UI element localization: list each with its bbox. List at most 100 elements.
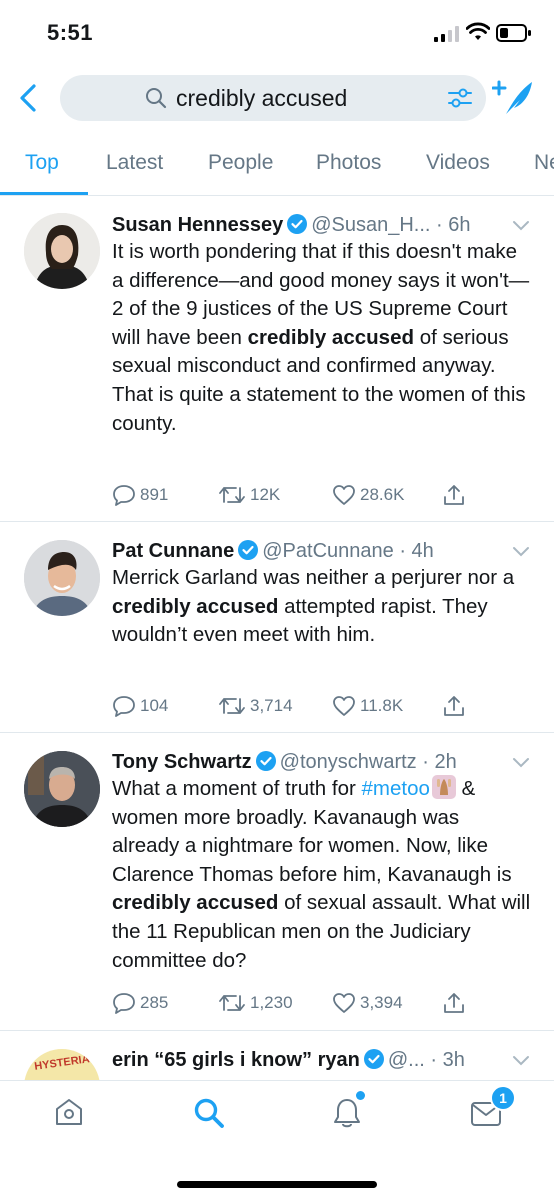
home-indicator xyxy=(177,1181,377,1188)
avatar[interactable] xyxy=(24,213,100,289)
chevron-down-icon[interactable] xyxy=(512,546,530,558)
retweet-icon xyxy=(219,487,245,503)
retweet-button[interactable]: 3,714 xyxy=(218,692,293,720)
compose-tweet-icon[interactable] xyxy=(492,78,536,118)
like-count: 28.6K xyxy=(360,485,405,504)
like-count: 11.8K xyxy=(360,696,404,715)
tweet-header: erin “65 girls i know” ryan @... · 3h xyxy=(112,1047,465,1073)
cellular-signal-icon xyxy=(434,26,459,42)
heart-icon xyxy=(333,696,355,716)
tweet-header: Susan Hennessey @Susan_H... · 6h xyxy=(112,212,470,238)
tweet-text: What a moment of truth for #metoo & wome… xyxy=(112,775,532,975)
verified-badge-icon xyxy=(255,751,276,771)
separator-dot: · xyxy=(416,751,435,773)
tweet[interactable]: Tony Schwartz @tonyschwartz · 2h What a m… xyxy=(0,733,554,1031)
back-arrow-icon[interactable] xyxy=(16,82,42,114)
search-header: credibly accused xyxy=(0,62,554,134)
verified-badge-icon xyxy=(287,214,308,234)
status-bar: 5:51 xyxy=(0,0,554,62)
like-button[interactable]: 3,394 xyxy=(332,989,403,1017)
share-button[interactable] xyxy=(442,481,470,509)
reply-count: 285 xyxy=(140,993,169,1012)
share-icon xyxy=(444,696,464,716)
tab-people[interactable]: People xyxy=(208,151,273,175)
tweet-text: It is worth pondering that if this doesn… xyxy=(112,238,532,438)
wifi-icon xyxy=(466,22,490,40)
tweet-header: Pat Cunnane @PatCunnane · 4h xyxy=(112,538,434,564)
tweet-time: 4h xyxy=(411,540,434,562)
chevron-down-icon[interactable] xyxy=(512,1055,530,1067)
share-icon xyxy=(444,485,464,505)
share-button[interactable] xyxy=(442,989,470,1017)
separator-dot: · xyxy=(430,214,449,236)
search-query: credibly accused xyxy=(176,85,348,111)
author-handle[interactable]: @PatCunnane xyxy=(262,540,394,562)
tab-photos[interactable]: Photos xyxy=(316,151,381,175)
reply-button[interactable]: 285 xyxy=(112,989,168,1017)
chevron-down-icon[interactable] xyxy=(512,757,530,769)
heart-icon xyxy=(333,993,355,1013)
reply-icon xyxy=(113,696,135,717)
hashtag-link[interactable]: #metoo xyxy=(362,777,430,800)
verified-badge-icon xyxy=(238,540,259,560)
reply-icon xyxy=(113,485,135,506)
tweet-header: Tony Schwartz @tonyschwartz · 2h xyxy=(112,749,457,775)
search-input[interactable]: credibly accused xyxy=(60,75,486,121)
avatar-photo xyxy=(24,751,100,827)
avatar-text: HYSTERIA xyxy=(33,1053,91,1073)
share-button[interactable] xyxy=(442,692,470,720)
search-icon xyxy=(146,88,167,109)
separator-dot: · xyxy=(424,1049,443,1071)
author-name[interactable]: erin “65 girls i know” ryan xyxy=(112,1049,360,1071)
notifications-bell-icon[interactable] xyxy=(332,1097,362,1129)
separator-dot: · xyxy=(393,540,412,562)
retweet-icon xyxy=(219,698,245,714)
search-highlight: credibly accused xyxy=(247,325,414,349)
tweet-time: 2h xyxy=(434,751,457,773)
author-name[interactable]: Susan Hennessey xyxy=(112,214,283,236)
reply-button[interactable]: 891 xyxy=(112,481,168,509)
tab-videos[interactable]: Videos xyxy=(426,151,490,175)
chevron-down-icon[interactable] xyxy=(512,220,530,232)
status-time: 5:51 xyxy=(47,20,94,45)
battery-icon xyxy=(496,24,531,42)
author-handle[interactable]: @... xyxy=(388,1049,425,1071)
retweet-count: 3,714 xyxy=(250,696,293,715)
author-name[interactable]: Pat Cunnane xyxy=(112,540,234,562)
tweet-time: 6h xyxy=(448,214,471,236)
messages-badge: 1 xyxy=(490,1085,516,1111)
like-button[interactable]: 11.8K xyxy=(332,692,403,720)
tab-top[interactable]: Top xyxy=(25,151,59,175)
reply-count: 891 xyxy=(140,485,169,504)
reply-count: 104 xyxy=(140,696,169,715)
filter-icon[interactable] xyxy=(448,87,472,109)
retweet-button[interactable]: 1,230 xyxy=(218,989,293,1017)
home-icon[interactable] xyxy=(54,1097,84,1127)
like-button[interactable]: 28.6K xyxy=(332,481,404,509)
tweet-text: Merrick Garland was neither a perjurer n… xyxy=(112,564,532,650)
search-tab-icon[interactable] xyxy=(193,1097,225,1129)
tweet-text-part: Merrick Garland was neither a perjurer n… xyxy=(112,566,515,589)
verified-badge-icon xyxy=(363,1049,384,1069)
author-handle[interactable]: @tonyschwartz xyxy=(280,751,417,773)
tab-news[interactable]: Ne xyxy=(534,151,554,175)
retweet-button[interactable]: 12K xyxy=(218,481,280,509)
tweet[interactable]: Pat Cunnane @PatCunnane · 4h Merrick Garl… xyxy=(0,522,554,733)
tab-latest[interactable]: Latest xyxy=(106,151,163,175)
reply-button[interactable]: 104 xyxy=(112,692,168,720)
tweet[interactable]: Susan Hennessey @Susan_H... · 6h It is wo… xyxy=(0,196,554,522)
heart-icon xyxy=(333,485,355,505)
retweet-icon xyxy=(219,995,245,1011)
notification-dot xyxy=(356,1091,365,1100)
bottom-navigation: 1 xyxy=(0,1080,554,1200)
avatar[interactable] xyxy=(24,751,100,827)
tweet-actions: 285 1,230 3,394 xyxy=(112,989,532,1017)
avatar[interactable] xyxy=(24,540,100,616)
author-handle[interactable]: @Susan_H... xyxy=(311,214,430,236)
tweet-actions: 891 12K 28.6K xyxy=(112,481,532,509)
tweet-actions: 104 3,714 11.8K xyxy=(112,692,532,720)
avatar-photo xyxy=(24,540,100,616)
reply-icon xyxy=(113,993,135,1014)
search-highlight: credibly accused xyxy=(112,594,279,618)
author-name[interactable]: Tony Schwartz xyxy=(112,751,252,773)
